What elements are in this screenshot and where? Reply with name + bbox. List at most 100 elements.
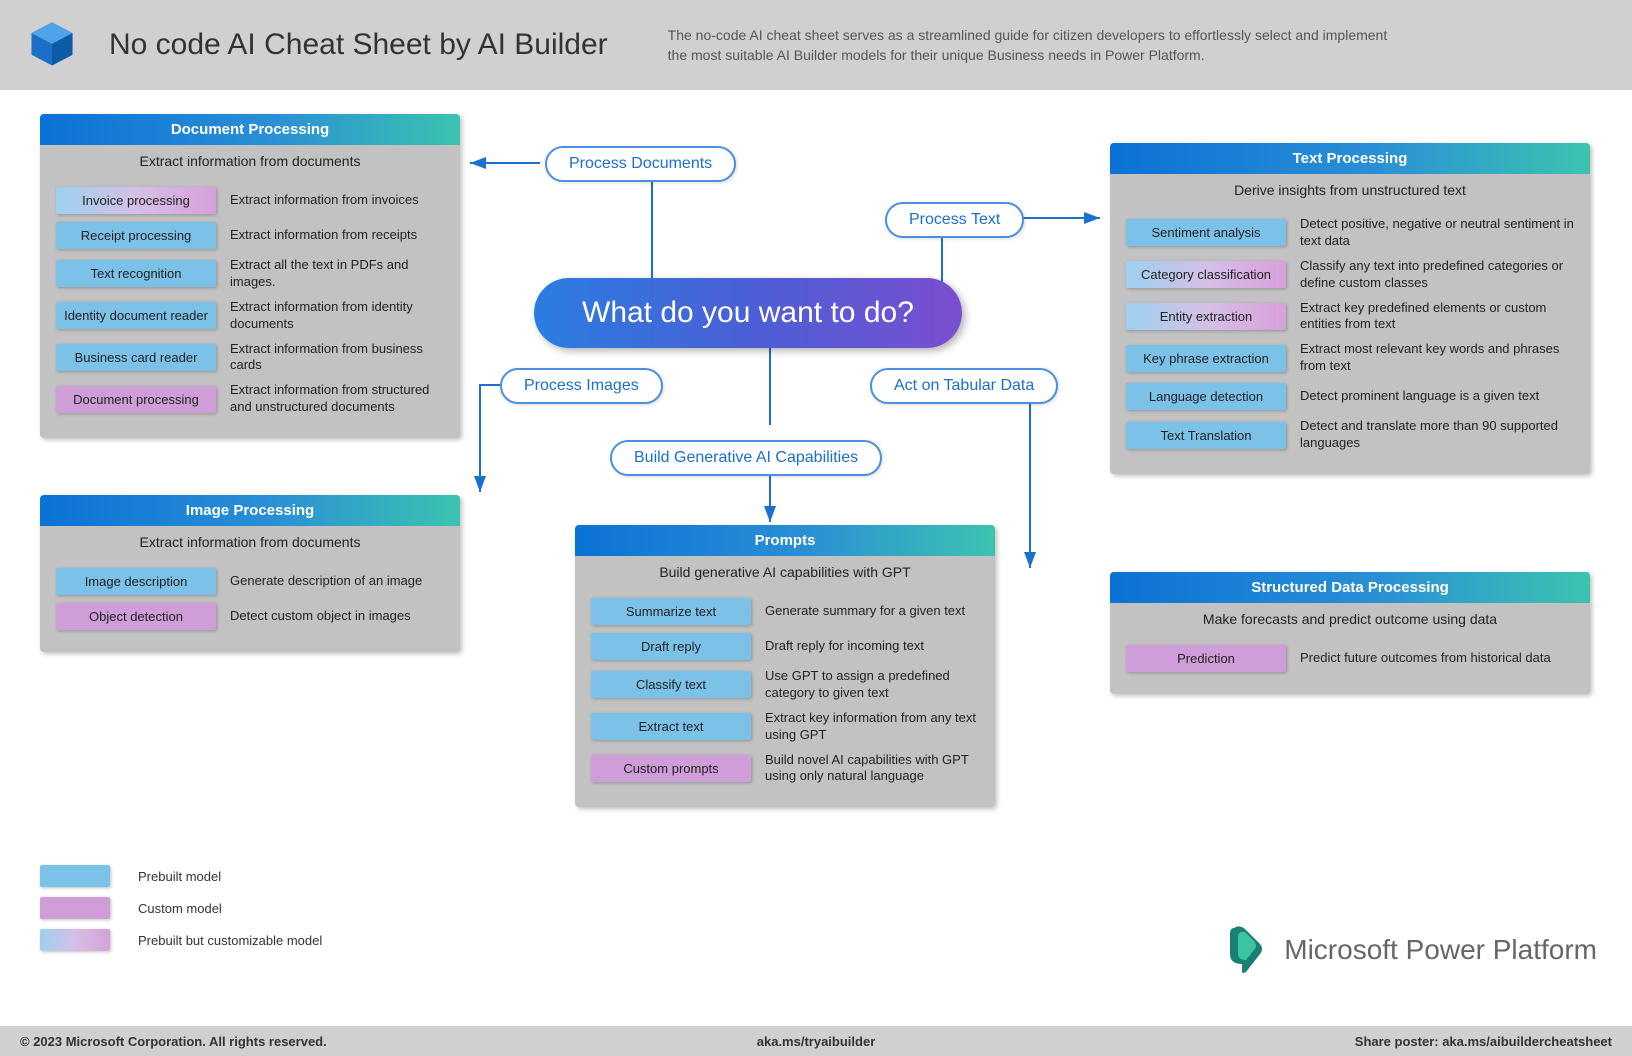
model-chip[interactable]: Text Translation [1126,422,1286,449]
legend-label: Prebuilt but customizable model [138,933,322,948]
action-process-images[interactable]: Process Images [500,368,663,404]
model-chip[interactable]: Entity extraction [1126,303,1286,330]
page-title: No code AI Cheat Sheet by AI Builder [109,28,608,62]
model-row: Extract text Extract key information from… [591,710,979,744]
panel-structured-data: Structured Data Processing Make forecast… [1110,572,1590,694]
model-row: Identity document reader Extract informat… [56,299,444,333]
panel-header: Image Processing [40,495,460,526]
panel-subtitle: Extract information from documents [40,145,460,175]
panel-prompts: Prompts Build generative AI capabilities… [575,525,995,807]
action-process-text[interactable]: Process Text [885,202,1024,238]
model-description: Build novel AI capabilities with GPT usi… [765,752,979,786]
panel-subtitle: Make forecasts and predict outcome using… [1110,603,1590,633]
model-description: Extract information from structured and … [230,382,444,416]
model-row: Document processing Extract information f… [56,382,444,416]
model-row: Business card reader Extract information … [56,341,444,375]
model-row: Prediction Predict future outcomes from h… [1126,645,1574,672]
panel-body: Sentiment analysis Detect positive, negat… [1110,204,1590,474]
model-description: Extract information from receipts [230,227,417,244]
model-description: Extract information from business cards [230,341,444,375]
model-chip[interactable]: Sentiment analysis [1126,219,1286,246]
model-description: Detect and translate more than 90 suppor… [1300,418,1574,452]
model-description: Generate description of an image [230,573,422,590]
panel-body: Invoice processing Extract information fr… [40,175,460,438]
diagram-canvas: What do you want to do? Process Document… [0,90,1632,1026]
model-row: Object detection Detect custom object in … [56,603,444,630]
model-row: Summarize text Generate summary for a giv… [591,598,979,625]
model-chip[interactable]: Custom prompts [591,755,751,782]
legend-prebuilt: Prebuilt model [40,865,322,887]
legend-swatch-prebuilt [40,865,110,887]
power-platform-icon [1224,924,1266,976]
model-row: Sentiment analysis Detect positive, negat… [1126,216,1574,250]
model-chip[interactable]: Image description [56,568,216,595]
model-row: Image description Generate description of… [56,568,444,595]
action-process-documents[interactable]: Process Documents [545,146,736,182]
model-chip[interactable]: Classify text [591,671,751,698]
panel-document-processing: Document Processing Extract information … [40,114,460,438]
model-chip[interactable]: Document processing [56,386,216,413]
panel-subtitle: Extract information from documents [40,526,460,556]
model-row: Key phrase extractionExtract most releva… [1126,341,1574,375]
cube-icon [25,18,79,72]
action-tabular-data[interactable]: Act on Tabular Data [870,368,1058,404]
panel-header: Text Processing [1110,143,1590,174]
brand-footer: Microsoft Power Platform [1224,924,1597,976]
model-chip[interactable]: Object detection [56,603,216,630]
footer-link-try[interactable]: aka.ms/tryaibuilder [757,1034,876,1049]
model-description: Draft reply for incoming text [765,638,924,655]
model-description: Detect prominent language is a given tex… [1300,388,1539,405]
model-row: Language detection Detect prominent langu… [1126,383,1574,410]
model-chip[interactable]: Prediction [1126,645,1286,672]
model-description: Use GPT to assign a predefined category … [765,668,979,702]
model-chip[interactable]: Summarize text [591,598,751,625]
model-row: Draft reply Draft reply for incoming text [591,633,979,660]
central-question-text: What do you want to do? [582,296,914,329]
footer-link-share[interactable]: Share poster: aka.ms/aibuildercheatsheet [1355,1034,1612,1049]
panel-body: Prediction Predict future outcomes from h… [1110,633,1590,694]
model-chip[interactable]: Text recognition [56,260,216,287]
model-row: Invoice processing Extract information fr… [56,187,444,214]
model-chip[interactable]: Draft reply [591,633,751,660]
panel-image-processing: Image Processing Extract information fro… [40,495,460,652]
model-chip[interactable]: Extract text [591,713,751,740]
model-description: Extract key information from any text us… [765,710,979,744]
model-description: Extract information from identity docume… [230,299,444,333]
model-chip[interactable]: Key phrase extraction [1126,345,1286,372]
model-row: Entity extraction Extract key predefined … [1126,300,1574,334]
model-chip[interactable]: Business card reader [56,344,216,371]
model-row: Category classificationClassify any text… [1126,258,1574,292]
footer-copyright: © 2023 Microsoft Corporation. All rights… [20,1034,327,1049]
page-subtitle: The no-code AI cheat sheet serves as a s… [668,25,1408,66]
panel-body: Image description Generate description of… [40,556,460,652]
panel-subtitle: Derive insights from unstructured text [1110,174,1590,204]
model-description: Extract information from invoices [230,192,419,209]
model-description: Extract all the text in PDFs and images. [230,257,444,291]
model-description: Predict future outcomes from historical … [1300,650,1551,667]
model-description: Generate summary for a given text [765,603,965,620]
model-chip[interactable]: Language detection [1126,383,1286,410]
legend-label: Custom model [138,901,222,916]
legend-swatch-mixed [40,929,110,951]
model-description: Detect custom object in images [230,608,411,625]
model-chip[interactable]: Identity document reader [56,302,216,329]
model-chip[interactable]: Category classification [1126,261,1286,288]
panel-header: Structured Data Processing [1110,572,1590,603]
model-description: Detect positive, negative or neutral sen… [1300,216,1574,250]
legend-swatch-custom [40,897,110,919]
panel-body: Summarize text Generate summary for a giv… [575,586,995,807]
panel-header: Prompts [575,525,995,556]
panel-text-processing: Text Processing Derive insights from uns… [1110,143,1590,474]
model-row: Text Translation Detect and translate mor… [1126,418,1574,452]
model-row: Text recognition Extract all the text in … [56,257,444,291]
footer-bar: © 2023 Microsoft Corporation. All rights… [0,1026,1632,1056]
panel-subtitle: Build generative AI capabilities with GP… [575,556,995,586]
model-row: Custom prompts Build novel AI capabilitie… [591,752,979,786]
panel-header: Document Processing [40,114,460,145]
header-bar: No code AI Cheat Sheet by AI Builder The… [0,0,1632,90]
model-description: Extract key predefined elements or custo… [1300,300,1574,334]
action-generative-ai[interactable]: Build Generative AI Capabilities [610,440,882,476]
model-chip[interactable]: Invoice processing [56,187,216,214]
model-chip[interactable]: Receipt processing [56,222,216,249]
legend-custom: Custom model [40,897,322,919]
